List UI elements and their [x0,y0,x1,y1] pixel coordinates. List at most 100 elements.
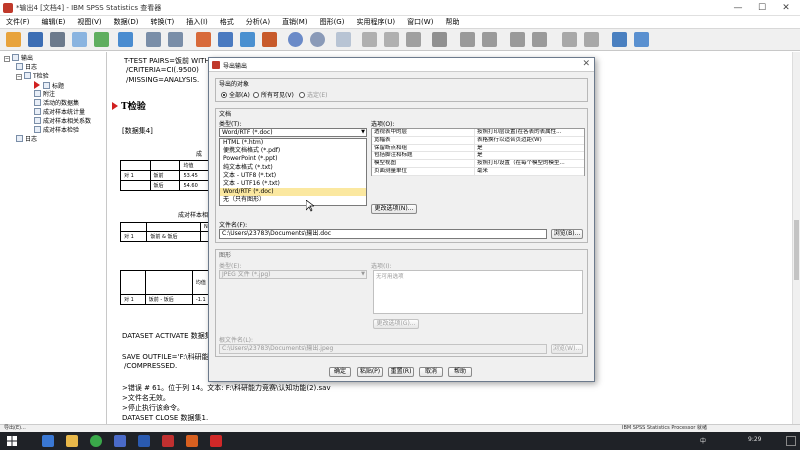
menu-format[interactable]: 格式 [214,16,240,28]
ok-button[interactable]: 确定 [329,367,351,377]
app-icon-blue[interactable] [114,435,126,447]
app-icon-orange[interactable] [186,435,198,447]
tree-node-active-dataset[interactable]: 活动的数据集 [34,99,79,108]
tree-node-paired-test[interactable]: 成对样本检验 [34,126,79,135]
cancel-button[interactable]: 取消 [419,367,443,377]
option-row[interactable]: 透视表中的层 按照打印层设置(在各表的表属性... [372,129,584,137]
export-icon[interactable] [94,32,109,47]
demote-icon[interactable] [482,32,497,47]
paste-button[interactable]: 粘贴(P) [357,367,383,377]
tree-node-output[interactable]: − 输出 [4,54,33,63]
type-option-graphics-only[interactable]: 无（只有图形） [220,196,366,204]
menu-direct-marketing[interactable]: 直销(M) [276,16,314,28]
save-icon[interactable] [28,32,43,47]
doc-type-dropdown-list[interactable]: HTML (*.htm) 便携文档格式 (*.pdf) PowerPoint (… [219,138,367,206]
input-method-indicator[interactable]: 中 [700,436,706,445]
goto-case-icon[interactable] [218,32,233,47]
menu-analyze[interactable]: 分析(A) [240,16,276,28]
menu-help[interactable]: 帮助 [439,16,465,28]
designate-window-icon[interactable] [336,32,351,47]
radio-all-indicator[interactable] [221,92,227,98]
browse-button[interactable]: 浏览(B)... [551,229,583,239]
type-option-utf8[interactable]: 文本 - UTF8 (*.txt) [220,172,366,180]
collapse-toggle-icon[interactable]: − [4,56,10,62]
type-option-pdf[interactable]: 便携文档格式 (*.pdf) [220,147,366,155]
show-icon[interactable] [562,32,577,47]
spss-taskbar-icon[interactable] [162,435,174,447]
word-icon[interactable] [138,435,150,447]
open-folder-icon[interactable] [6,32,21,47]
promote-icon[interactable] [460,32,475,47]
spss-viewer-taskbar-icon[interactable] [210,435,222,447]
vertical-scrollbar[interactable] [792,52,800,424]
menu-utilities[interactable]: 实用程序(U) [350,16,401,28]
hide-output-icon[interactable] [584,32,599,47]
undo-icon[interactable] [146,32,161,47]
filename-input[interactable]: C:\Users\23783\Documents\输出.doc [219,229,547,239]
redo-icon[interactable] [168,32,183,47]
dropdown-arrow-icon[interactable]: ▼ [361,129,365,136]
clock[interactable]: 9:29 [748,436,761,443]
dialog-close-icon[interactable]: ✕ [582,59,590,69]
tree-node-ttest[interactable]: − T检验 [16,72,49,81]
designated-icon[interactable] [612,32,627,47]
doc-type-select[interactable]: Word/RTF (*.doc) ▼ [219,128,367,137]
option-row[interactable]: 宽幅表 表格换行以适合页边距(W) [372,136,584,145]
scrollbar-thumb[interactable] [794,220,799,280]
print-preview-icon[interactable] [72,32,87,47]
type-option-ppt[interactable]: PowerPoint (*.ppt) [220,155,366,163]
use-variable-sets-icon[interactable] [310,32,325,47]
type-option-utf16[interactable]: 文本 - UTF16 (*.txt) [220,180,366,188]
notifications-icon[interactable] [786,436,796,446]
tree-node-notes[interactable]: 附注 [34,90,55,99]
tree-node-paired-corr[interactable]: 成对样本相关系数 [34,117,91,126]
menu-view[interactable]: 视图(V) [71,16,107,28]
show-all-variables-icon[interactable] [288,32,303,47]
menu-file[interactable]: 文件(F) [0,16,36,28]
expand-icon[interactable] [510,32,525,47]
hide-icon[interactable] [432,32,447,47]
menu-window[interactable]: 窗口(W) [401,16,439,28]
insert-title-icon[interactable] [384,32,399,47]
option-row[interactable]: 包括脚注和标题是 [372,152,584,161]
help-button[interactable]: 帮助 [448,367,472,377]
collapse-toggle-icon[interactable]: − [16,74,22,80]
minimize-button[interactable]: — [726,0,750,16]
paired-test-table[interactable]: 均值 对 1 饭前 - 饭后 -1.1 [120,270,219,305]
option-row[interactable]: 模型视图 按照打印设置（在每个模型的模型... [372,160,584,168]
close-window-button[interactable]: ✕ [774,0,798,16]
menu-insert[interactable]: 插入(I) [180,16,214,28]
radio-all[interactable]: 全部(A) [221,90,250,99]
goto-data-icon[interactable] [196,32,211,47]
radio-all-visible[interactable]: 所有可见(V) [253,90,294,99]
tree-node-log-2[interactable]: 日志 [16,135,37,144]
ttest-heading[interactable]: T检验 [112,99,146,112]
app-icon-green[interactable] [90,435,102,447]
recall-dialog-icon[interactable] [118,32,133,47]
option-row[interactable]: 页面测量单位 毫米 [372,167,584,176]
file-explorer-icon[interactable] [66,435,78,447]
paired-corr-table[interactable]: N 对 1 饭前 & 饭后 [119,222,218,242]
menu-data[interactable]: 数据(D) [108,16,145,28]
edge-browser-icon[interactable] [42,435,54,447]
variables-icon[interactable] [262,32,277,47]
change-options-button[interactable]: 更改选项(N)... [371,204,417,214]
insert-heading-icon[interactable] [362,32,377,47]
doc-options-grid[interactable]: 透视表中的层 按照打印层设置(在各表的表属性... 宽幅表 表格换行以适合页边距(W… [371,128,585,176]
menu-transform[interactable]: 转换(T) [145,16,181,28]
goto-variable-icon[interactable] [240,32,255,47]
type-option-txt[interactable]: 纯文本格式 (*.txt) [220,164,366,172]
option-row[interactable]: 保留断点和组是 [372,144,584,153]
script-icon[interactable] [634,32,649,47]
tree-node-log[interactable]: 日志 [16,63,37,72]
reset-button[interactable]: 重置(R) [388,367,414,377]
tree-node-paired-stats[interactable]: 成对样本统计量 [34,108,85,117]
collapse-icon[interactable] [532,32,547,47]
menu-graphs[interactable]: 图形(G) [314,16,351,28]
windows-start-icon[interactable] [6,435,18,447]
menu-edit[interactable]: 编辑(E) [36,16,72,28]
type-option-html[interactable]: HTML (*.htm) [220,139,366,147]
print-icon[interactable] [50,32,65,47]
radio-visible-indicator[interactable] [253,92,259,98]
insert-text-icon[interactable] [406,32,421,47]
